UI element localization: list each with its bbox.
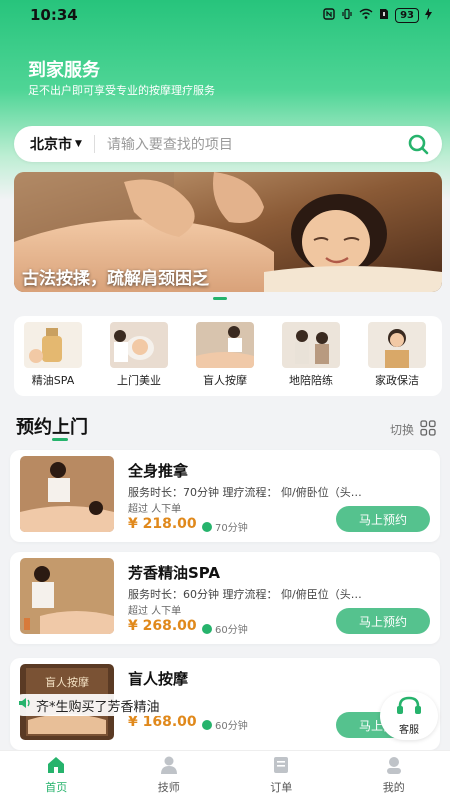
- service-meta: 服务时长：60分钟 理疗流程： 仰/俯臣位（头…: [128, 588, 362, 601]
- bottom-tab-bar: 首页 技师 订单 我的: [0, 750, 450, 800]
- battery-level: 93: [395, 8, 419, 23]
- category-beauty[interactable]: 上门美业: [106, 322, 172, 388]
- grid-icon: [420, 420, 436, 439]
- promo-banner[interactable]: 古法按揉，疏解肩颈困乏: [14, 172, 442, 292]
- speaker-icon: [18, 696, 32, 714]
- category-label: 盲人按摩: [203, 374, 247, 387]
- clock-icon: [202, 719, 212, 730]
- vibrate-icon: [341, 8, 353, 23]
- service-duration: 70分钟: [202, 519, 248, 534]
- service-name: 芳香精油SPA: [128, 564, 221, 582]
- section-title: 预约上门: [16, 417, 88, 438]
- category-label: 上门美业: [117, 374, 161, 387]
- customer-service-button[interactable]: 客服: [380, 692, 438, 740]
- category-housekeeping[interactable]: 家政保洁: [364, 322, 430, 388]
- service-meta: 服务时长：70分钟 理疗流程： 仰/俯卧位（头…: [128, 486, 362, 499]
- housekeeping-thumbnail: [368, 322, 426, 368]
- clock-icon: [202, 623, 212, 634]
- service-photo-title: 盲人按摩: [45, 675, 89, 689]
- charging-icon: [425, 8, 432, 23]
- service-photo: [20, 558, 114, 634]
- service-orders: 超过 人下单: [128, 504, 182, 515]
- nfc-icon: [323, 8, 335, 23]
- ticker-text: 齐*生购买了芳香精油: [36, 699, 160, 715]
- sim-icon: [379, 8, 389, 23]
- orders-icon: [272, 756, 290, 777]
- page-subtitle: 足不出户即可享受专业的按摩理疗服务: [28, 84, 215, 97]
- service-card[interactable]: 芳香精油SPA 服务时长：60分钟 理疗流程： 仰/俯臣位（头… 超过 人下单 …: [10, 552, 440, 644]
- massage-thumbnail: [196, 322, 254, 368]
- facial-thumbnail: [110, 322, 168, 368]
- oil-bottle-thumbnail: [24, 322, 82, 368]
- tab-label: 我的: [382, 781, 405, 794]
- service-price: ¥ 268.00: [128, 618, 197, 634]
- category-companion[interactable]: 地陪陪练: [278, 322, 344, 388]
- clock-icon: [202, 521, 212, 532]
- banner-caption: 古法按揉，疏解肩颈困乏: [22, 269, 209, 289]
- layout-switch[interactable]: 切换: [390, 420, 436, 439]
- tab-technicians[interactable]: 技师: [113, 751, 226, 800]
- section-underline: [52, 438, 68, 441]
- switch-label: 切换: [389, 423, 414, 437]
- tab-orders[interactable]: 订单: [225, 751, 338, 800]
- technician-icon: [159, 756, 179, 777]
- tab-home[interactable]: 首页: [0, 751, 113, 800]
- service-name: 盲人按摩: [128, 670, 189, 688]
- headset-icon: [395, 696, 423, 721]
- category-spa[interactable]: 精油SPA: [20, 322, 86, 388]
- search-input[interactable]: 请输入要查找的项目: [107, 134, 400, 154]
- profile-icon: [384, 756, 404, 777]
- category-blind-massage[interactable]: 盲人按摩: [192, 322, 258, 388]
- purchase-ticker: 齐*生购买了芳香精油: [12, 694, 170, 716]
- service-name: 全身推拿: [128, 462, 189, 480]
- service-duration: 60分钟: [202, 621, 248, 636]
- home-icon: [46, 756, 66, 777]
- category-grid: 精油SPA 上门美业 盲人按摩 地陪陪练 家政保洁: [14, 316, 442, 396]
- duration-label: 60分钟: [215, 625, 248, 636]
- category-label: 地陪陪练: [289, 374, 333, 387]
- service-card[interactable]: 全身推拿 服务时长：70分钟 理疗流程： 仰/俯卧位（头… 超过 人下单 ¥ 2…: [10, 450, 440, 542]
- service-orders: 超过 人下单: [128, 606, 182, 617]
- carousel-indicator: [213, 297, 227, 300]
- tab-label: 首页: [45, 781, 68, 794]
- tab-profile[interactable]: 我的: [338, 751, 450, 800]
- book-now-button[interactable]: 马上预约: [336, 608, 430, 634]
- service-photo: [20, 456, 114, 532]
- tab-label: 订单: [270, 781, 293, 794]
- book-now-button[interactable]: 马上预约: [336, 506, 430, 532]
- status-icons: 93: [323, 8, 432, 23]
- search-divider: [93, 135, 95, 153]
- search-icon[interactable]: [400, 126, 436, 162]
- status-bar: 10:34 93: [0, 0, 450, 34]
- city-label: 北京市: [30, 137, 72, 153]
- category-label: 精油SPA: [31, 374, 75, 387]
- tab-label: 技师: [157, 781, 180, 794]
- duration-label: 60分钟: [215, 721, 248, 732]
- customer-service-label: 客服: [399, 725, 419, 736]
- category-label: 家政保洁: [375, 374, 419, 387]
- city-selector[interactable]: 北京市 ▼: [30, 134, 82, 154]
- service-price: ¥ 218.00: [128, 516, 197, 532]
- duration-label: 70分钟: [215, 523, 248, 534]
- service-duration: 60分钟: [202, 717, 248, 732]
- wifi-icon: [359, 8, 373, 23]
- caret-down-icon: ▼: [75, 139, 82, 149]
- status-time: 10:34: [30, 6, 78, 24]
- service-price: ¥ 168.00: [128, 714, 197, 730]
- companion-thumbnail: [282, 322, 340, 368]
- page-title: 到家服务: [28, 60, 100, 81]
- search-bar: 北京市 ▼ 请输入要查找的项目: [14, 126, 442, 162]
